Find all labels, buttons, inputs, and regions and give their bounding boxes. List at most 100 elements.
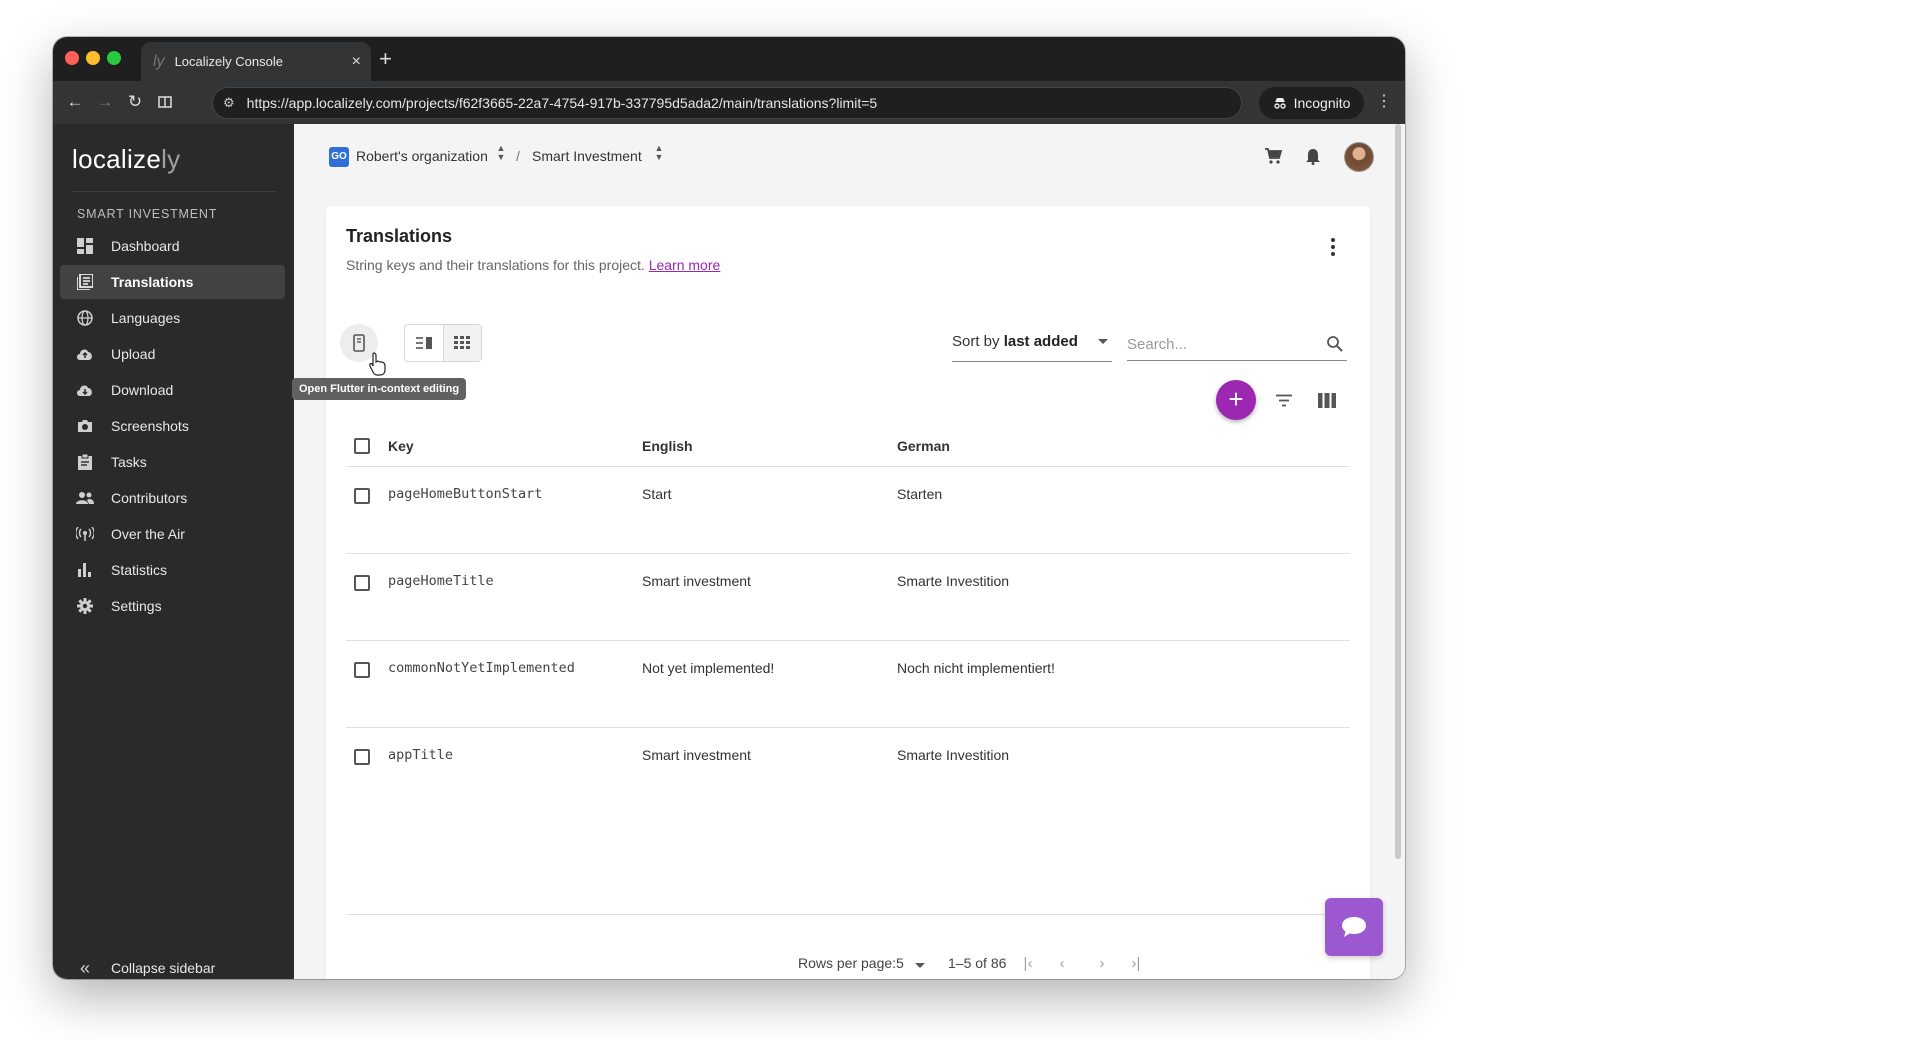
sidebar-item-dashboard[interactable]: Dashboard xyxy=(60,229,285,263)
previous-page-icon[interactable]: ‹ xyxy=(1051,953,1073,975)
select-all-checkbox[interactable] xyxy=(354,438,370,454)
cloud-upload-icon xyxy=(76,345,94,363)
sidebar-item-contributors[interactable]: Contributors xyxy=(60,481,285,515)
new-tab-button[interactable]: + xyxy=(379,46,392,72)
key-cell[interactable]: pageHomeTitle xyxy=(388,573,494,589)
cloud-download-icon xyxy=(76,381,94,399)
close-window-button[interactable] xyxy=(65,51,79,65)
grid-view-button[interactable] xyxy=(443,325,481,361)
collapse-sidebar-label: Collapse sidebar xyxy=(111,960,216,976)
sidebar-item-label: Dashboard xyxy=(111,238,180,254)
address-bar[interactable]: ⚙ https://app.localizely.com/projects/f6… xyxy=(212,87,1242,119)
project-switch-icon[interactable]: ▲ ▼ xyxy=(654,144,664,162)
sort-dropdown[interactable]: Sort by last added xyxy=(952,333,1112,362)
gear-icon xyxy=(76,597,94,615)
bell-icon[interactable] xyxy=(1305,147,1325,167)
column-header-german[interactable]: German xyxy=(897,426,950,466)
english-cell[interactable]: Not yet implemented! xyxy=(642,660,774,676)
german-cell[interactable]: Starten xyxy=(897,486,942,502)
english-cell[interactable]: Smart investment xyxy=(642,573,751,589)
column-header-key[interactable]: Key xyxy=(388,426,414,466)
avatar[interactable] xyxy=(1344,142,1374,172)
german-cell[interactable]: Smarte Investition xyxy=(897,573,1009,589)
reading-mode-icon[interactable] xyxy=(153,90,177,114)
last-page-icon[interactable]: ›| xyxy=(1125,953,1147,975)
sidebar-item-statistics[interactable]: Statistics xyxy=(60,553,285,587)
add-key-button[interactable]: + xyxy=(1216,380,1256,420)
english-cell[interactable]: Smart investment xyxy=(642,747,751,763)
cart-icon[interactable] xyxy=(1264,147,1284,167)
split-view-button[interactable] xyxy=(405,325,444,361)
org-switch-icon[interactable]: ▲ ▼ xyxy=(496,144,506,162)
logo-suffix: ly xyxy=(161,144,181,174)
more-options-icon[interactable] xyxy=(1324,236,1342,258)
sidebar-item-screenshots[interactable]: Screenshots xyxy=(60,409,285,443)
learn-more-link[interactable]: Learn more xyxy=(649,257,721,273)
sidebar-item-label: Over the Air xyxy=(111,526,185,542)
tab-close-icon[interactable]: × xyxy=(352,53,361,71)
table-bottom-divider xyxy=(346,914,1350,915)
chat-support-button[interactable] xyxy=(1325,898,1383,956)
row-checkbox[interactable] xyxy=(354,662,370,678)
sidebar-item-label: Contributors xyxy=(111,490,188,506)
breadcrumb-project[interactable]: Smart Investment xyxy=(532,148,642,164)
sort-value: last added xyxy=(1003,333,1078,350)
translations-card: Translations String keys and their trans… xyxy=(292,206,1370,979)
key-cell[interactable]: commonNotYetImplemented xyxy=(388,660,575,676)
localizely-logo[interactable]: localizely xyxy=(72,144,181,175)
reload-icon[interactable]: ↻ xyxy=(123,90,147,114)
german-cell[interactable]: Noch nicht implementiert! xyxy=(897,660,1055,676)
clipboard-icon xyxy=(76,453,94,471)
row-checkbox[interactable] xyxy=(354,488,370,504)
sidebar-item-over-the-air[interactable]: Over the Air xyxy=(60,517,285,551)
english-cell[interactable]: Start xyxy=(642,486,672,502)
sidebar-item-translations[interactable]: Translations xyxy=(60,265,285,299)
browser-menu-icon[interactable]: ⋮ xyxy=(1376,91,1392,111)
people-icon xyxy=(76,489,94,507)
dashboard-icon xyxy=(76,237,94,255)
sidebar-item-languages[interactable]: Languages xyxy=(60,301,285,335)
translations-icon xyxy=(76,273,94,291)
search-input[interactable] xyxy=(1127,328,1347,361)
breadcrumb-organization[interactable]: Robert's organization xyxy=(356,148,488,164)
sidebar-divider xyxy=(72,191,276,192)
sidebar-item-label: Settings xyxy=(111,598,162,614)
url-text: https://app.localizely.com/projects/f62f… xyxy=(246,95,878,111)
key-cell[interactable]: pageHomeButtonStart xyxy=(388,486,542,502)
sidebar-item-label: Statistics xyxy=(111,562,168,578)
grid-view-icon xyxy=(454,336,471,349)
bar-chart-icon xyxy=(76,561,94,579)
forward-icon[interactable]: → xyxy=(93,90,117,114)
filter-button[interactable] xyxy=(1272,388,1296,412)
first-page-icon[interactable]: |‹ xyxy=(1017,953,1039,975)
search-icon[interactable] xyxy=(1326,335,1343,352)
minimize-window-button[interactable] xyxy=(86,51,100,65)
collapse-sidebar-button[interactable]: « Collapse sidebar xyxy=(60,952,285,979)
sidebar-item-settings[interactable]: Settings xyxy=(60,589,285,623)
sidebar-item-label: Translations xyxy=(111,274,194,290)
columns-icon xyxy=(1318,392,1336,408)
row-checkbox[interactable] xyxy=(354,749,370,765)
header-divider xyxy=(346,466,1350,467)
row-checkbox[interactable] xyxy=(354,575,370,591)
page-scrollbar[interactable] xyxy=(1395,124,1401,859)
phone-icon xyxy=(353,334,365,352)
sidebar-item-label: Languages xyxy=(111,310,181,326)
sidebar-item-upload[interactable]: Upload xyxy=(60,337,285,371)
key-cell[interactable]: appTitle xyxy=(388,747,453,763)
columns-button[interactable] xyxy=(1315,388,1339,412)
browser-tab[interactable]: ly Localizely Console × xyxy=(141,42,371,81)
sidebar-item-label: Download xyxy=(111,382,174,398)
page-title: Translations xyxy=(346,226,453,246)
site-settings-icon[interactable]: ⚙ xyxy=(223,95,235,111)
sidebar-item-tasks[interactable]: Tasks xyxy=(60,445,285,479)
column-header-english[interactable]: English xyxy=(642,426,693,466)
incognito-badge[interactable]: Incognito xyxy=(1259,87,1364,119)
back-icon[interactable]: ← xyxy=(63,90,87,114)
rows-per-page-select[interactable]: 5 xyxy=(896,955,904,971)
maximize-window-button[interactable] xyxy=(107,51,121,65)
pointer-cursor-icon xyxy=(369,352,386,376)
next-page-icon[interactable]: › xyxy=(1091,953,1113,975)
sidebar-item-download[interactable]: Download xyxy=(60,373,285,407)
german-cell[interactable]: Smarte Investition xyxy=(897,747,1009,763)
